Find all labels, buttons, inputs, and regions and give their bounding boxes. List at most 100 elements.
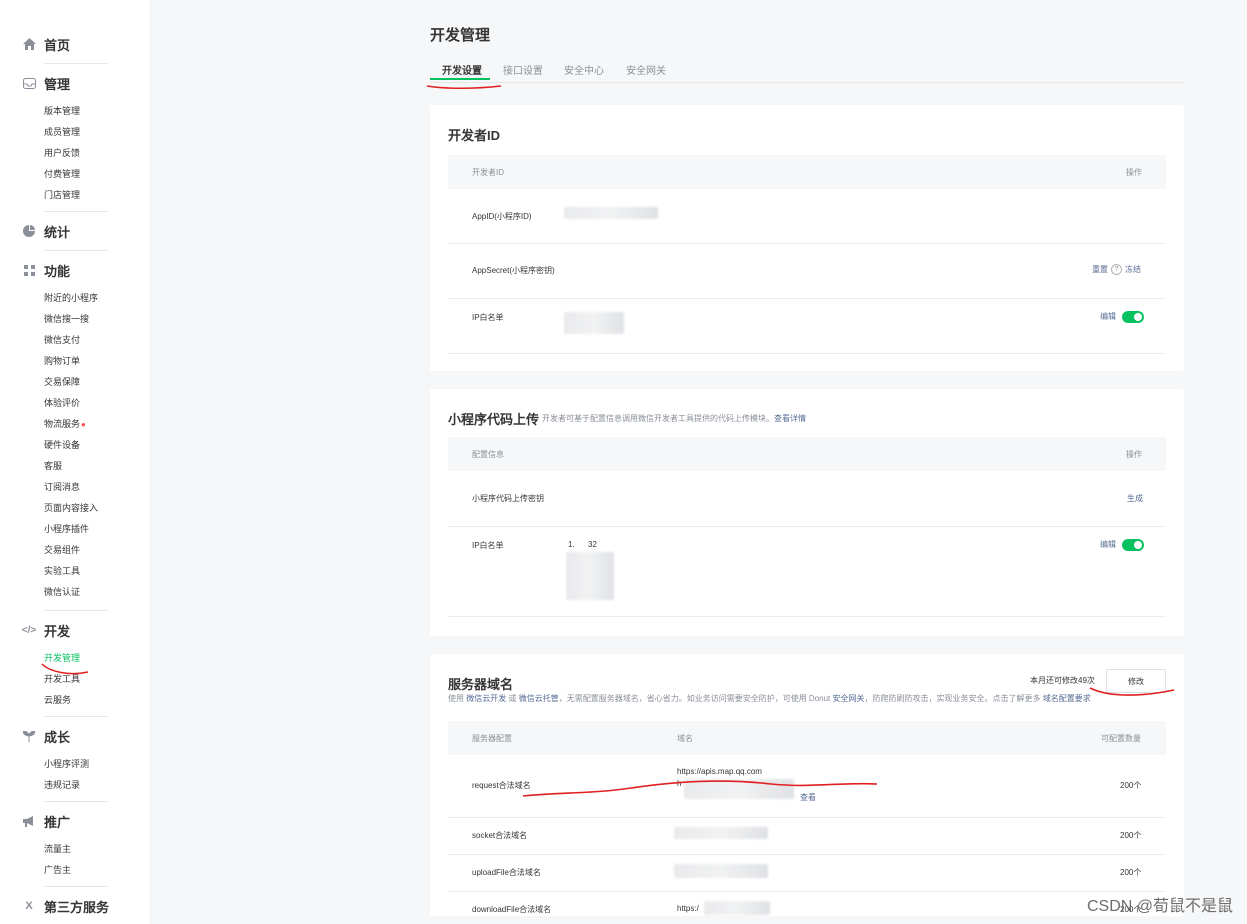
row-actions: 编辑 <box>1100 311 1116 322</box>
col-header: 域名 <box>677 734 693 743</box>
page-title: 开发管理 <box>430 27 491 44</box>
inbox-icon <box>22 76 36 90</box>
nav-growth-eval[interactable]: 小程序评测 <box>44 754 89 775</box>
desc-text: 或 <box>508 694 517 703</box>
col-header: 操作 <box>1126 450 1142 459</box>
nav-third[interactable]: X 第三方服务 <box>22 895 109 917</box>
nav-manage-payment[interactable]: 付费管理 <box>44 164 80 185</box>
row-label: downloadFile合法域名 <box>472 905 552 914</box>
nav-feature-pay[interactable]: 微信支付 <box>44 330 80 351</box>
row-label: 小程序代码上传密钥 <box>472 494 544 503</box>
pie-chart-icon <box>22 224 36 238</box>
cloud-dev-link[interactable]: 微信云开发 <box>466 694 506 703</box>
red-annotation-icon <box>41 663 89 675</box>
ip-whitelist-toggle[interactable] <box>1122 311 1144 323</box>
divider <box>44 211 108 212</box>
col-header: 配置信息 <box>472 450 504 459</box>
nav-feature-logistics[interactable]: 物流服务● <box>44 414 86 435</box>
divider <box>44 63 108 64</box>
table-row: AppSecret(小程序密钥) 重置 ? 冻结 <box>448 243 1166 299</box>
nav-dev-label: 开发 <box>44 623 71 639</box>
help-icon[interactable]: ? <box>1111 264 1122 275</box>
nav-third-label: 第三方服务 <box>44 899 110 915</box>
generate-link[interactable]: 生成 <box>1127 494 1143 503</box>
nav-promo[interactable]: 推广 <box>22 810 70 832</box>
edit-link[interactable]: 编辑 <box>1100 540 1116 549</box>
nav-feature-lab[interactable]: 实验工具 <box>44 561 80 582</box>
nav-features[interactable]: 功能 <box>22 259 70 281</box>
count-value: 200个 <box>1120 831 1142 840</box>
col-header: 可配置数量 <box>1101 734 1141 743</box>
desc-text: 使用 <box>448 694 464 703</box>
redacted-value <box>704 901 770 915</box>
nav-home-label: 首页 <box>44 37 71 53</box>
col-header: 开发者ID <box>472 168 504 177</box>
nav-feature-verify[interactable]: 微信认证 <box>44 582 80 603</box>
nav-growth-violation[interactable]: 违规记录 <box>44 775 80 796</box>
nav-feature-content[interactable]: 页面内容接入 <box>44 498 98 519</box>
redacted-value <box>564 312 624 334</box>
divider <box>44 716 108 717</box>
grid-icon <box>22 263 36 277</box>
nav-manage[interactable]: 管理 <box>22 72 70 94</box>
nav-manage-store[interactable]: 门店管理 <box>44 185 80 206</box>
nav-feature-orders[interactable]: 购物订单 <box>44 351 80 372</box>
nav-feature-hardware[interactable]: 硬件设备 <box>44 435 80 456</box>
card-description: 使用 微信云开发 或 微信云托管，无需配置服务器域名，省心省力。如业务访问需要安… <box>448 693 1091 704</box>
nav-growth-label: 成长 <box>44 729 71 745</box>
row-actions: 重置 ? 冻结 <box>1092 264 1141 275</box>
desc-text: ，无需配置服务器域名，省心省力。如业务访问需要安全防护，可使用 Donut <box>558 694 831 703</box>
nav-feature-cs[interactable]: 客服 <box>44 456 62 477</box>
redacted-value <box>566 552 614 600</box>
nav-manage-members[interactable]: 成员管理 <box>44 122 80 143</box>
freeze-link[interactable]: 冻结 <box>1125 264 1141 275</box>
tab-dev-settings[interactable]: 开发设置 <box>442 62 482 77</box>
card-title: 小程序代码上传 <box>448 412 540 427</box>
row-label: uploadFile合法域名 <box>472 868 541 877</box>
tab-api-settings[interactable]: 接口设置 <box>503 62 543 77</box>
nav-dev[interactable]: </> 开发 <box>22 619 70 641</box>
nav-stats[interactable]: 统计 <box>22 220 70 242</box>
divider <box>44 886 108 887</box>
nav-feature-nearby[interactable]: 附近的小程序 <box>44 288 98 309</box>
divider <box>44 250 108 251</box>
nav-feature-guarantee[interactable]: 交易保障 <box>44 372 80 393</box>
card-title: 开发者ID <box>448 128 501 143</box>
edit-link[interactable]: 编辑 <box>1100 312 1116 321</box>
megaphone-icon <box>22 814 36 828</box>
cloud-host-link[interactable]: 微信云托管 <box>519 694 559 703</box>
nav-promo-ads[interactable]: 广告主 <box>44 860 71 881</box>
nav-manage-version[interactable]: 版本管理 <box>44 101 80 122</box>
row-label: AppSecret(小程序密钥) <box>472 266 555 275</box>
table-row: IP白名单 编辑 <box>448 298 1166 354</box>
main-content: 开发管理 开发设置 接口设置 安全中心 安全网关 开发者ID 开发者ID 操作 … <box>151 0 1247 924</box>
reset-link[interactable]: 重置 <box>1092 264 1108 275</box>
security-gateway-link[interactable]: 安全网关 <box>833 694 865 703</box>
nav-home[interactable]: 首页 <box>22 33 70 55</box>
developer-id-card: 开发者ID 开发者ID 操作 AppID(小程序ID) AppSecret(小程… <box>430 105 1184 371</box>
row-label: socket合法域名 <box>472 831 528 840</box>
desc-text: ，防爬防刷防攻击，实现业务安全。点击了解更多 <box>864 694 1041 703</box>
tab-security-center[interactable]: 安全中心 <box>564 62 604 77</box>
view-details-link[interactable]: 查看详情 <box>774 414 806 423</box>
row-label: IP白名单 <box>472 313 504 322</box>
table-row: 小程序代码上传密钥 生成 <box>448 471 1166 527</box>
ip-whitelist-toggle[interactable] <box>1122 539 1144 551</box>
sprout-icon <box>22 729 36 743</box>
tab-security-gateway[interactable]: 安全网关 <box>626 62 666 77</box>
home-icon <box>22 37 36 51</box>
csdn-watermark: CSDN @荀鼠不是鼠 <box>1086 898 1233 915</box>
nav-growth[interactable]: 成长 <box>22 725 70 747</box>
nav-promo-traffic[interactable]: 流量主 <box>44 839 71 860</box>
red-annotation-icon <box>522 780 878 797</box>
nav-feature-search[interactable]: 微信搜一搜 <box>44 309 89 330</box>
count-value: 200个 <box>1120 781 1142 790</box>
domain-value: https:/ <box>677 904 699 913</box>
domain-requirements-link[interactable]: 域名配置要求 <box>1043 694 1091 703</box>
nav-feature-review[interactable]: 体验评价 <box>44 393 80 414</box>
nav-manage-feedback[interactable]: 用户反馈 <box>44 143 80 164</box>
nav-dev-cloud[interactable]: 云服务 <box>44 690 71 711</box>
nav-feature-plugin[interactable]: 小程序插件 <box>44 519 89 540</box>
nav-feature-subscribe[interactable]: 订阅消息 <box>44 477 80 498</box>
nav-feature-trade[interactable]: 交易组件 <box>44 540 80 561</box>
